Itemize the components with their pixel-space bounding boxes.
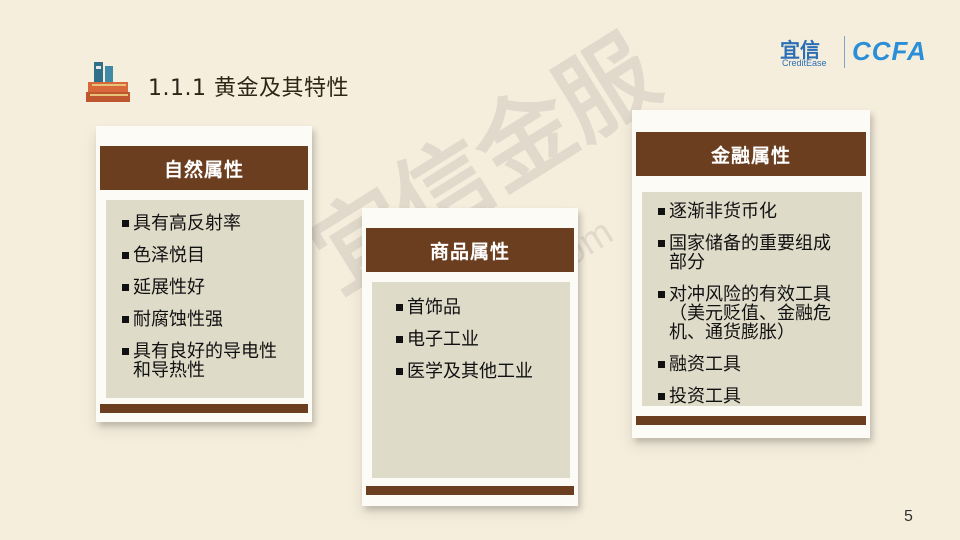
bullet-icon bbox=[396, 368, 403, 375]
list-item: 融资工具 bbox=[658, 355, 862, 374]
list-item: 具有高反射率 bbox=[122, 214, 304, 233]
card-footer-bar bbox=[100, 404, 308, 413]
card-body: 具有高反射率 色泽悦目 延展性好 耐腐蚀性强 具有良好的导电性 和导热性 bbox=[106, 200, 304, 398]
list-item: 逐渐非货币化 bbox=[658, 202, 862, 221]
bullet-icon bbox=[122, 220, 129, 227]
card-commodity: 商品属性 首饰品 电子工业 医学及其他工业 bbox=[362, 208, 578, 506]
card-footer-bar bbox=[366, 486, 574, 495]
bullet-icon bbox=[122, 348, 129, 355]
list-item: 耐腐蚀性强 bbox=[122, 310, 304, 329]
card-title: 自然属性 bbox=[100, 146, 308, 190]
logo-subtext: CreditEase bbox=[782, 58, 827, 68]
bullet-icon bbox=[122, 252, 129, 259]
card-footer-bar bbox=[636, 416, 866, 425]
list-item: 电子工业 bbox=[396, 330, 570, 349]
list-item: 具有良好的导电性 和导热性 bbox=[122, 342, 304, 380]
list-item: 色泽悦目 bbox=[122, 246, 304, 265]
books-icon bbox=[84, 60, 134, 104]
list-item: 对冲风险的有效工具 （美元贬值、金融危 机、通货膨胀） bbox=[658, 285, 862, 342]
list-item: 延展性好 bbox=[122, 278, 304, 297]
bullet-icon bbox=[122, 316, 129, 323]
list-item: 国家储备的重要组成 部分 bbox=[658, 234, 862, 272]
logo-divider bbox=[844, 36, 845, 68]
list-item: 首饰品 bbox=[396, 298, 570, 317]
bullet-icon bbox=[658, 240, 665, 247]
card-body: 逐渐非货币化 国家储备的重要组成 部分 对冲风险的有效工具 （美元贬值、金融危 … bbox=[642, 192, 862, 406]
bullet-icon bbox=[396, 336, 403, 343]
brand-logo: 宜信 CreditEase CCFA bbox=[780, 34, 936, 72]
card-natural: 自然属性 具有高反射率 色泽悦目 延展性好 耐腐蚀性强 具有良好的导电性 和导热… bbox=[96, 126, 312, 422]
logo-mark: CCFA bbox=[852, 36, 927, 66]
bullet-icon bbox=[658, 291, 665, 298]
list-item: 投资工具 bbox=[658, 387, 862, 406]
bullet-icon bbox=[658, 208, 665, 215]
list-item: 医学及其他工业 bbox=[396, 362, 570, 381]
bullet-icon bbox=[122, 284, 129, 291]
card-body: 首饰品 电子工业 医学及其他工业 bbox=[372, 282, 570, 478]
bullet-icon bbox=[396, 304, 403, 311]
bullet-icon bbox=[658, 393, 665, 400]
page-title: 1.1.1 黄金及其特性 bbox=[148, 76, 349, 101]
card-title: 商品属性 bbox=[366, 228, 574, 272]
bullet-icon bbox=[658, 361, 665, 368]
page-number: 5 bbox=[904, 508, 913, 525]
card-title: 金融属性 bbox=[636, 132, 866, 176]
card-financial: 金融属性 逐渐非货币化 国家储备的重要组成 部分 对冲风险的有效工具 （美元贬值… bbox=[632, 110, 870, 438]
